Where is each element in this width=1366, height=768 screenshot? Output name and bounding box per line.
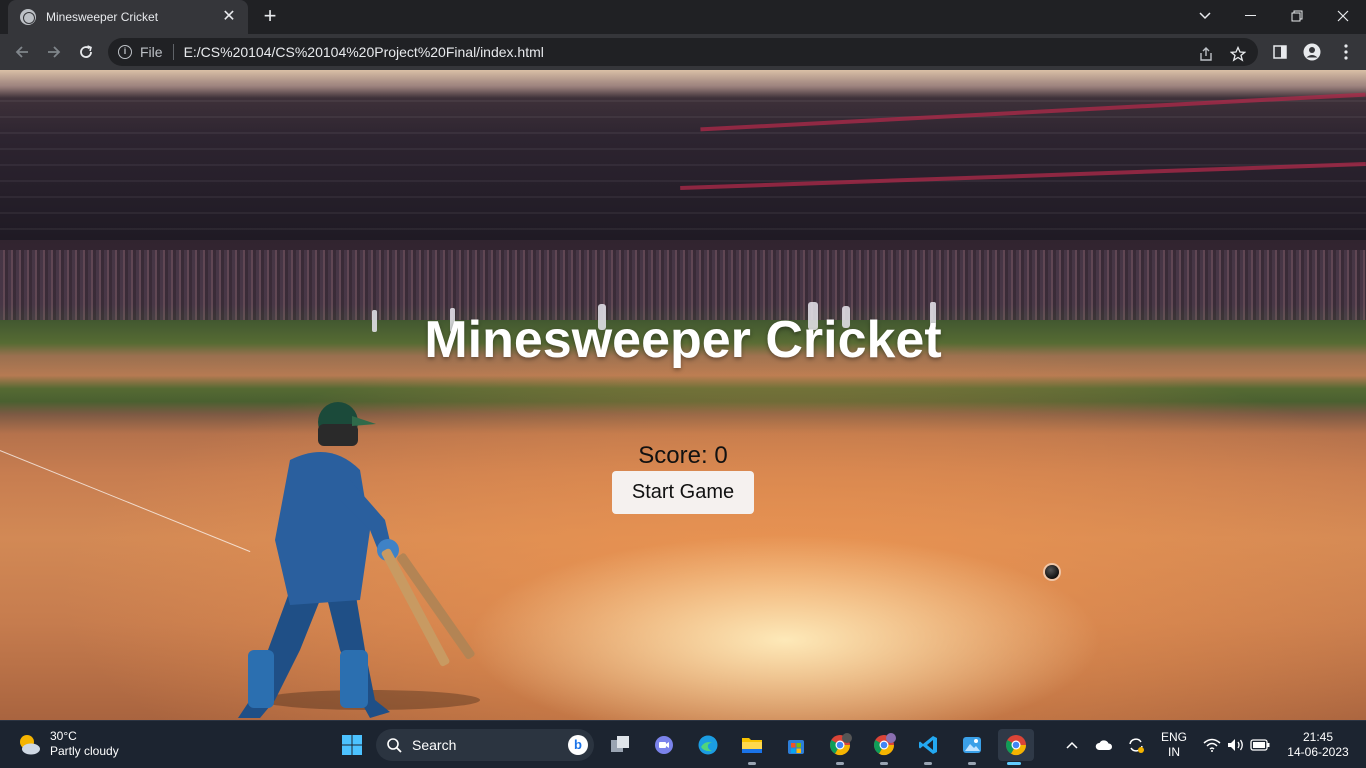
running-indicator: [968, 762, 976, 765]
active-indicator: [1007, 762, 1021, 765]
taskbar-search[interactable]: Search b: [376, 729, 594, 761]
minimize-button[interactable]: [1228, 0, 1274, 32]
running-indicator: [924, 762, 932, 765]
reload-button[interactable]: [74, 40, 98, 64]
browser-tab[interactable]: Minesweeper Cricket ✕: [8, 0, 248, 34]
chrome-profile-2-icon[interactable]: [868, 729, 900, 765]
close-tab-icon[interactable]: ✕: [220, 8, 238, 26]
clock[interactable]: 21:45 14-06-2023: [1280, 730, 1356, 760]
weather-temperature: 30°C: [50, 729, 77, 743]
weather-description: Partly cloudy: [50, 744, 119, 758]
bing-icon[interactable]: b: [568, 735, 588, 755]
bookmark-star-icon[interactable]: [1228, 44, 1248, 64]
globe-icon: [20, 9, 36, 25]
tab-search-icon[interactable]: [1182, 0, 1228, 32]
site-scheme-label: File: [140, 44, 163, 60]
language-code: ENG: [1160, 730, 1187, 744]
sync-icon[interactable]: [1126, 735, 1146, 755]
wifi-icon[interactable]: [1202, 735, 1222, 755]
partly-cloudy-icon: [16, 731, 42, 757]
search-label: Search: [412, 737, 457, 753]
running-indicator: [836, 762, 844, 765]
stadium-roof: [0, 70, 1366, 98]
tab-strip: Minesweeper Cricket ✕ +: [0, 0, 1366, 34]
language-indicator[interactable]: ENG IN: [1158, 730, 1190, 760]
chevron-up-icon[interactable]: [1062, 735, 1082, 755]
page-viewport: Minesweeper Cricket Score: 0 Start Game: [0, 70, 1366, 720]
taskbar: 30°C Partly cloudy Search b ENG IN 21:45…: [0, 720, 1366, 768]
game-title: Minesweeper Cricket: [424, 311, 942, 369]
search-icon: [387, 738, 402, 753]
forward-button[interactable]: [42, 40, 66, 64]
vscode-icon[interactable]: [912, 729, 944, 765]
omnibox-divider: [172, 44, 174, 60]
score-label: Score: 0: [638, 442, 728, 469]
task-view-icon[interactable]: [604, 729, 636, 761]
weather-widget[interactable]: 30°C Partly cloudy: [16, 729, 119, 759]
running-indicator: [880, 762, 888, 765]
share-icon[interactable]: [1196, 44, 1216, 64]
restore-button[interactable]: [1274, 0, 1320, 32]
close-window-button[interactable]: [1320, 0, 1366, 32]
running-indicator: [748, 762, 756, 765]
chrome-profile-s-icon[interactable]: [824, 729, 856, 765]
browser-menu-icon[interactable]: [1334, 40, 1358, 64]
clock-date: 14-06-2023: [1287, 745, 1349, 759]
start-icon[interactable]: [336, 729, 368, 761]
battery-icon[interactable]: [1250, 735, 1270, 755]
back-button[interactable]: [10, 40, 34, 64]
side-panel-icon[interactable]: [1268, 40, 1292, 64]
store-icon[interactable]: [780, 729, 812, 761]
browser-toolbar: i File E:/CS%20104/CS%20104%20Project%20…: [0, 34, 1366, 70]
onedrive-cloud-icon[interactable]: [1094, 735, 1114, 755]
start-game-button[interactable]: Start Game: [612, 471, 754, 514]
photos-icon[interactable]: [956, 729, 988, 765]
url-text[interactable]: E:/CS%20104/CS%20104%20Project%20Final/i…: [184, 44, 544, 60]
file-explorer-icon[interactable]: [736, 729, 768, 765]
cricket-ball: [1045, 565, 1059, 579]
profile-avatar-icon[interactable]: [1300, 40, 1324, 64]
chrome-icon[interactable]: [998, 729, 1034, 765]
clock-time: 21:45: [1302, 730, 1334, 744]
region-code: IN: [1168, 745, 1180, 759]
meet-icon[interactable]: [648, 729, 680, 761]
new-tab-button[interactable]: +: [258, 5, 282, 29]
edge-icon[interactable]: [692, 729, 724, 761]
address-bar[interactable]: i File E:/CS%20104/CS%20104%20Project%20…: [108, 38, 1258, 66]
tab-title: Minesweeper Cricket: [46, 10, 159, 24]
volume-icon[interactable]: [1226, 735, 1246, 755]
info-icon[interactable]: i: [118, 45, 132, 59]
